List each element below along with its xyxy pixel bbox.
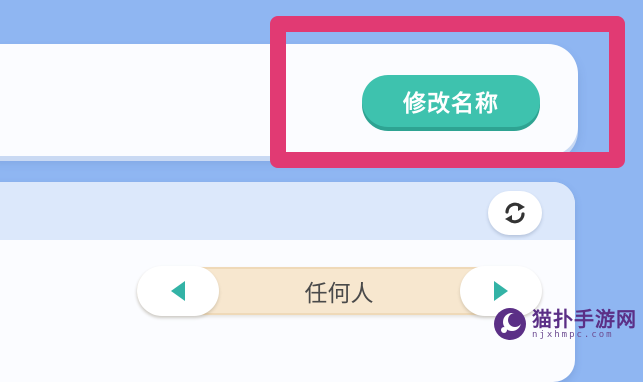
watermark-title: 猫扑手游网: [532, 306, 637, 331]
triangle-left-icon: [171, 281, 185, 301]
selector-prev-button[interactable]: [137, 266, 219, 316]
watermark: 猫扑手游网 njxhmpc.com: [492, 304, 642, 344]
watermark-url: njxhmpc.com: [532, 329, 614, 340]
watermark-text: 猫扑手游网 njxhmpc.com: [532, 309, 637, 340]
refresh-button[interactable]: [488, 191, 542, 235]
watermark-logo-icon: [494, 308, 526, 340]
selector-value: 任何人: [304, 281, 374, 307]
triangle-right-icon: [494, 281, 508, 301]
rename-button[interactable]: 修改名称: [362, 75, 540, 127]
refresh-icon: [505, 202, 525, 224]
